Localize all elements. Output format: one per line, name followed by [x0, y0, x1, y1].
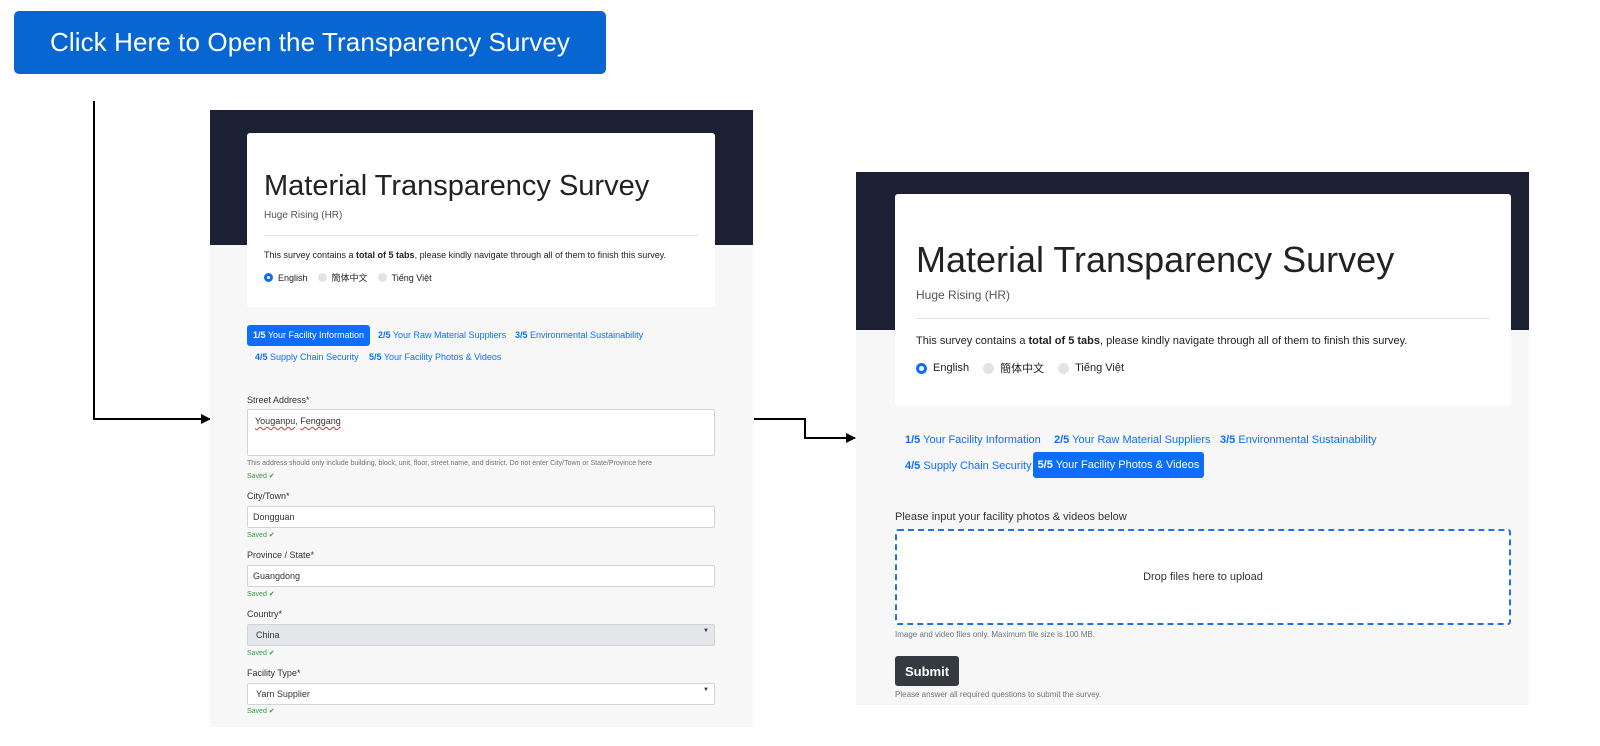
language-selector: English 簡体中文 Tiếng Việt	[916, 360, 1124, 376]
facility-type-select[interactable]: Yarn Supplier	[247, 683, 715, 705]
province-label: Province / State*	[247, 550, 315, 560]
tab-facility-photos-videos[interactable]: 5/5 Your Facility Photos & Videos	[1033, 452, 1204, 478]
left-survey-screenshot: Material Transparency Survey Huge Rising…	[210, 110, 753, 727]
language-label: Tiếng Việt	[1075, 362, 1124, 374]
radio-selected-icon	[916, 362, 927, 374]
country-value: China	[256, 630, 280, 640]
language-option-vietnamese[interactable]: Tiếng Việt	[377, 271, 432, 284]
saved-indicator: Saved ✔	[247, 650, 275, 657]
chevron-down-icon: ▼	[703, 628, 709, 634]
tab-environmental-sustainability[interactable]: 3/5 Environmental Sustainability	[1220, 429, 1377, 451]
city-label: City/Town*	[247, 491, 290, 501]
facility-type-label: Facility Type*	[247, 668, 301, 678]
dropzone-text: Drop files here to upload	[1143, 571, 1263, 583]
survey-description: This survey contains a total of 5 tabs, …	[264, 250, 667, 260]
survey-header-card: Material Transparency Survey Huge Rising…	[895, 194, 1511, 406]
survey-header-card: Material Transparency Survey Huge Rising…	[247, 133, 715, 307]
radio-unselected-icon	[317, 273, 327, 282]
survey-description: This survey contains a total of 5 tabs, …	[916, 335, 1408, 347]
right-survey-screenshot: Material Transparency Survey Huge Rising…	[856, 172, 1529, 705]
saved-indicator: Saved ✔	[247, 532, 275, 539]
street-address-input[interactable]: Youganpu, Fenggang	[247, 409, 715, 456]
tab-environmental-sustainability[interactable]: 3/5 Environmental Sustainability	[515, 325, 643, 346]
language-option-chinese[interactable]: 簡体中文	[317, 271, 368, 284]
tab-raw-material-suppliers[interactable]: 2/5 Your Raw Material Suppliers	[1054, 429, 1211, 451]
radio-unselected-icon	[377, 273, 387, 282]
language-option-vietnamese[interactable]: Tiếng Việt	[1058, 360, 1124, 376]
language-label: Tiếng Việt	[391, 272, 432, 283]
language-option-english[interactable]: English	[916, 360, 969, 376]
language-option-english[interactable]: English	[264, 271, 308, 284]
language-selector: English 簡体中文 Tiếng Việt	[264, 271, 432, 284]
tab-supply-chain-security[interactable]: 4/5 Supply Chain Security	[255, 347, 359, 368]
divider	[264, 235, 698, 236]
radio-unselected-icon	[1058, 362, 1070, 374]
upload-label: Please input your facility photos & vide…	[895, 511, 1127, 523]
city-input[interactable]: Dongguan	[247, 506, 715, 528]
language-label: English	[933, 362, 970, 374]
language-label: English	[278, 272, 308, 283]
tab-raw-material-suppliers[interactable]: 2/5 Your Raw Material Suppliers	[378, 325, 506, 346]
open-survey-button[interactable]: Click Here to Open the Transparency Surv…	[14, 11, 606, 74]
company-name: Huge Rising (HR)	[264, 210, 343, 221]
tab-supply-chain-security[interactable]: 4/5 Supply Chain Security	[905, 455, 1032, 477]
street-address-help: This address should only include buildin…	[247, 460, 653, 467]
chevron-down-icon: ▼	[703, 687, 709, 693]
tab-facility-information[interactable]: 1/5 Your Facility Information	[247, 325, 370, 346]
company-name: Huge Rising (HR)	[916, 288, 1011, 302]
language-label: 簡体中文	[1000, 363, 1045, 375]
saved-indicator: Saved ✔	[247, 473, 275, 480]
survey-title: Material Transparency Survey	[264, 170, 650, 202]
arrow-to-right-screenshot	[754, 418, 856, 443]
street-address-label: Street Address*	[247, 395, 310, 405]
language-label: 簡体中文	[331, 273, 368, 283]
radio-unselected-icon	[983, 362, 995, 374]
tab-facility-photos-videos[interactable]: 5/5 Your Facility Photos & Videos	[369, 347, 501, 368]
saved-indicator: Saved ✔	[247, 708, 275, 715]
arrow-to-left-screenshot	[93, 101, 211, 424]
country-select[interactable]: China	[247, 624, 715, 646]
submit-help: Please answer all required questions to …	[895, 690, 1102, 699]
survey-title: Material Transparency Survey	[916, 239, 1395, 280]
street-word: Youganpu	[255, 416, 296, 426]
file-dropzone[interactable]: Drop files here to upload	[895, 529, 1511, 625]
upload-help: Image and video files only. Maximum file…	[895, 630, 1095, 639]
submit-button[interactable]: Submit	[895, 656, 959, 686]
tab-facility-information[interactable]: 1/5 Your Facility Information	[905, 429, 1041, 451]
facility-type-value: Yarn Supplier	[256, 689, 310, 699]
language-option-chinese[interactable]: 簡体中文	[983, 360, 1044, 376]
divider	[916, 318, 1490, 319]
country-label: Country*	[247, 609, 283, 619]
radio-selected-icon	[264, 273, 273, 282]
street-word: Fenggang	[300, 416, 341, 426]
saved-indicator: Saved ✔	[247, 591, 275, 598]
province-input[interactable]: Guangdong	[247, 565, 715, 587]
